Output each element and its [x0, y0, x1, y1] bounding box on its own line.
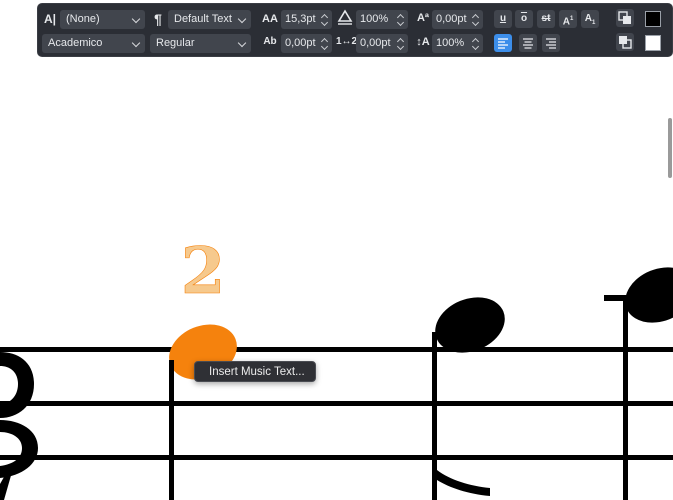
- score-notation: 2: [0, 234, 673, 500]
- note-stem: [623, 300, 628, 500]
- insert-music-text-menu-item[interactable]: Insert Music Text...: [209, 366, 305, 378]
- flag-curve: [437, 470, 490, 496]
- note-stem: [432, 332, 437, 500]
- vertical-scrollbar[interactable]: [668, 118, 672, 178]
- context-menu: Insert Music Text...: [194, 361, 316, 382]
- selected-note-stem: [169, 360, 174, 500]
- notehead: [435, 297, 505, 353]
- clef-icon: [0, 352, 38, 500]
- fingering-number: 2: [181, 234, 226, 309]
